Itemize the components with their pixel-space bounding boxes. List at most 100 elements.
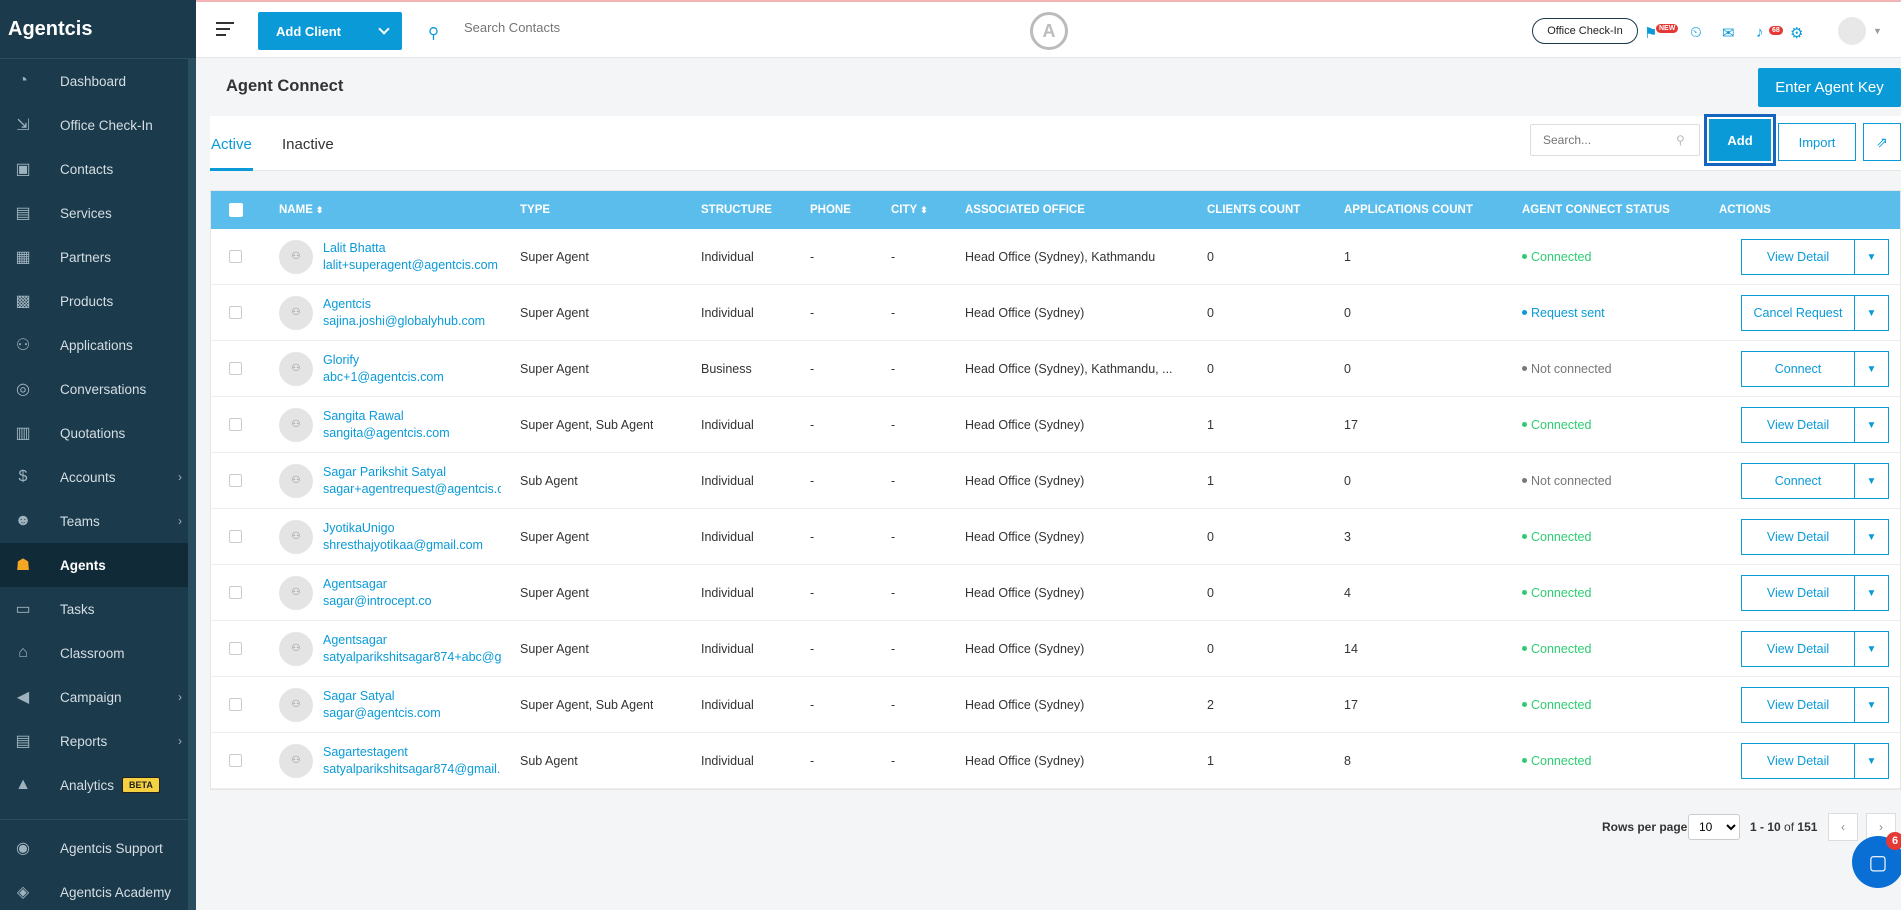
avatar-caret-icon[interactable]: ▼: [1873, 26, 1882, 36]
chevron-down-icon[interactable]: [378, 23, 390, 35]
select-all-checkbox[interactable]: [229, 191, 243, 229]
enter-agent-key-button[interactable]: Enter Agent Key: [1758, 68, 1901, 107]
sidebar-item-office-check-in[interactable]: ⇲ Office Check-In: [0, 103, 196, 147]
agent-name-link[interactable]: Lalit Bhatta: [323, 240, 498, 257]
sidebar-scrollbar[interactable]: [188, 59, 196, 910]
tasks-clock-icon[interactable]: ⏲: [1690, 24, 1702, 41]
sidebar-item-agentcis-support[interactable]: ◉ Agentcis Support: [0, 826, 196, 870]
sidebar-item-teams[interactable]: ☻ Teams ›: [0, 499, 196, 543]
row-checkbox[interactable]: [229, 306, 242, 319]
sidebar-item-reports[interactable]: ▤ Reports ›: [0, 719, 196, 763]
agent-name-link[interactable]: Agentsagar: [323, 632, 501, 649]
action-dropdown-caret-icon[interactable]: ▼: [1855, 351, 1889, 387]
import-button[interactable]: Import: [1778, 123, 1856, 161]
sidebar-item-dashboard[interactable]: ◔ Dashboard: [0, 59, 196, 103]
row-checkbox[interactable]: [229, 418, 242, 431]
action-view-detail-button[interactable]: View Detail: [1741, 743, 1855, 779]
office-checkin-button[interactable]: Office Check-In: [1532, 18, 1638, 44]
sidebar-item-quotations[interactable]: ▥ Quotations: [0, 411, 196, 455]
sidebar-item-agents[interactable]: ☗ Agents: [0, 543, 196, 587]
agent-name-block[interactable]: JyotikaUnigo shresthajyotikaa@gmail.com: [323, 520, 483, 554]
agent-name-block[interactable]: Sagar Satyal sagar@agentcis.com: [323, 688, 441, 722]
action-dropdown-caret-icon[interactable]: ▼: [1855, 239, 1889, 275]
action-dropdown-caret-icon[interactable]: ▼: [1855, 575, 1889, 611]
row-checkbox[interactable]: [229, 754, 242, 767]
agent-name-block[interactable]: Lalit Bhatta lalit+superagent@agentcis.co…: [323, 240, 498, 274]
status-dot-icon: [1522, 590, 1527, 595]
sidebar-item-label: Campaign: [60, 689, 122, 705]
sort-icon[interactable]: ⬍: [920, 205, 928, 216]
agent-name-link[interactable]: Sagartestagent: [323, 744, 500, 761]
action-dropdown-caret-icon[interactable]: ▼: [1855, 631, 1889, 667]
sidebar-item-services[interactable]: ▤ Services: [0, 191, 196, 235]
action-dropdown-caret-icon[interactable]: ▼: [1855, 687, 1889, 723]
action-connect-button[interactable]: Connect: [1741, 463, 1855, 499]
action-dropdown-caret-icon[interactable]: ▼: [1855, 519, 1889, 555]
agent-name-block[interactable]: Agentcis sajina.joshi@globalyhub.com: [323, 296, 485, 330]
sidebar-item-partners[interactable]: ▦ Partners: [0, 235, 196, 279]
row-checkbox[interactable]: [229, 474, 242, 487]
agent-name-block[interactable]: Sagartestagent satyalparikshitsagar874@gm…: [323, 744, 500, 778]
external-link-icon[interactable]: ⇗: [1863, 123, 1901, 161]
sidebar-item-agentcis-academy[interactable]: ◈ Agentcis Academy: [0, 870, 196, 910]
mail-icon[interactable]: ✉: [1722, 24, 1735, 42]
action-dropdown-caret-icon[interactable]: ▼: [1855, 743, 1889, 779]
menu-toggle-icon[interactable]: [216, 22, 234, 36]
action-view-detail-button[interactable]: View Detail: [1741, 575, 1855, 611]
sidebar-item-products[interactable]: ▩ Products: [0, 279, 196, 323]
action-view-detail-button[interactable]: View Detail: [1741, 239, 1855, 275]
settings-gear-icon[interactable]: ⚙: [1790, 24, 1803, 42]
agent-name-link[interactable]: JyotikaUnigo: [323, 520, 483, 537]
user-avatar[interactable]: [1838, 17, 1866, 45]
action-view-detail-button[interactable]: View Detail: [1741, 687, 1855, 723]
agent-name-link[interactable]: Sagar Satyal: [323, 688, 441, 705]
column-header-city[interactable]: CITY ⬍: [891, 191, 928, 229]
notification-bell-icon[interactable]: ♪: [1756, 24, 1764, 41]
agent-name-block[interactable]: Glorify abc+1@agentcis.com: [323, 352, 444, 386]
agent-name-block[interactable]: Agentsagar satyalparikshitsagar874+abc@g: [323, 632, 501, 666]
search-contacts-input[interactable]: [464, 20, 764, 35]
action-view-detail-button[interactable]: View Detail: [1741, 519, 1855, 555]
sidebar-item-tasks[interactable]: ▭ Tasks: [0, 587, 196, 631]
sidebar-item-classroom[interactable]: ⌂ Classroom: [0, 631, 196, 675]
prev-page-button[interactable]: ‹: [1828, 813, 1858, 841]
action-cancel-request-button[interactable]: Cancel Request: [1741, 295, 1855, 331]
action-dropdown-caret-icon[interactable]: ▼: [1855, 463, 1889, 499]
sidebar-item-applications[interactable]: ⚇ Applications: [0, 323, 196, 367]
sort-icon[interactable]: ⬍: [316, 205, 324, 216]
row-checkbox[interactable]: [229, 698, 242, 711]
row-checkbox[interactable]: [229, 642, 242, 655]
agent-name-link[interactable]: Agentsagar: [323, 576, 432, 593]
action-connect-button[interactable]: Connect: [1741, 351, 1855, 387]
sidebar-item-conversations[interactable]: ◎ Conversations: [0, 367, 196, 411]
action-view-detail-button[interactable]: View Detail: [1741, 631, 1855, 667]
action-dropdown-caret-icon[interactable]: ▼: [1855, 407, 1889, 443]
row-checkbox[interactable]: [229, 530, 242, 543]
agent-name-link[interactable]: Sagar Parikshit Satyal: [323, 464, 501, 481]
action-group: View Detail ▼: [1741, 631, 1889, 667]
rows-per-page-select[interactable]: 10: [1688, 814, 1740, 840]
agent-name-link[interactable]: Sangita Rawal: [323, 408, 450, 425]
agent-name-block[interactable]: Agentsagar sagar@introcept.co: [323, 576, 432, 610]
sidebar-item-contacts[interactable]: ▣ Contacts: [0, 147, 196, 191]
column-header-name[interactable]: NAME ⬍: [279, 191, 323, 229]
agent-name-link[interactable]: Glorify: [323, 352, 444, 369]
row-checkbox[interactable]: [229, 586, 242, 599]
agent-name-block[interactable]: Sagar Parikshit Satyal sagar+agentrequest…: [323, 464, 501, 498]
sidebar-item-campaign[interactable]: ◀ Campaign ›: [0, 675, 196, 719]
row-checkbox[interactable]: [229, 250, 242, 263]
agent-search-input[interactable]: [1530, 124, 1700, 156]
action-dropdown-caret-icon[interactable]: ▼: [1855, 295, 1889, 331]
brand-logo[interactable]: Agentcis: [0, 0, 196, 59]
row-checkbox[interactable]: [229, 362, 242, 375]
add-agent-button[interactable]: Add: [1709, 119, 1771, 161]
tab-inactive[interactable]: Inactive: [282, 136, 334, 153]
add-client-button[interactable]: Add Client: [258, 12, 402, 50]
sidebar-item-accounts[interactable]: $ Accounts ›: [0, 455, 196, 499]
agent-name-block[interactable]: Sangita Rawal sangita@agentcis.com: [323, 408, 450, 442]
action-view-detail-button[interactable]: View Detail: [1741, 407, 1855, 443]
agent-name-link[interactable]: Agentcis: [323, 296, 485, 313]
tab-active[interactable]: Active: [211, 136, 252, 153]
sidebar-item-analytics[interactable]: ▲ Analytics BETA: [0, 763, 196, 807]
checkbox[interactable]: [229, 203, 243, 217]
